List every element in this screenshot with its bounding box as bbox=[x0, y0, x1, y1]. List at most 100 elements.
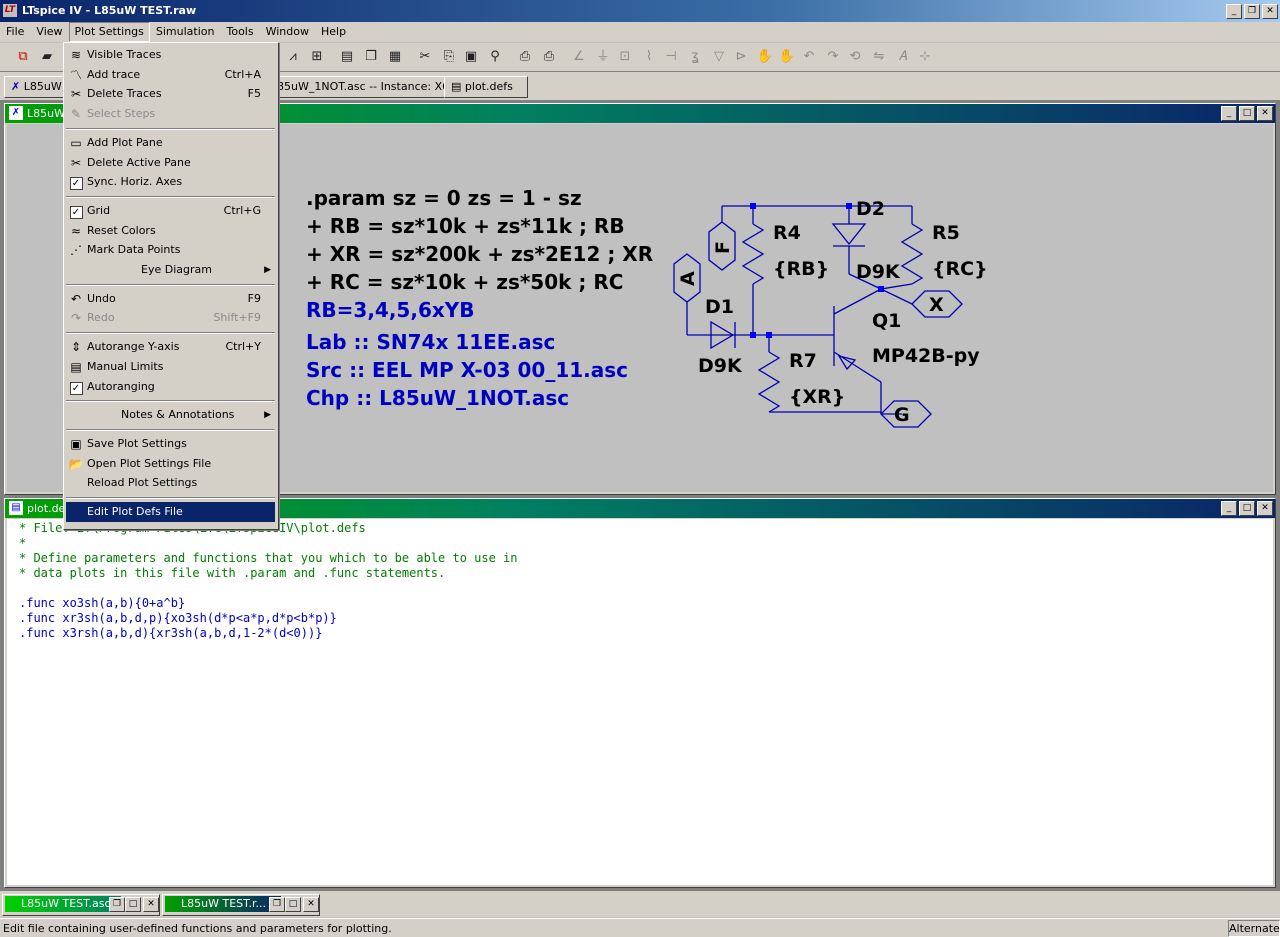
print-preview-icon[interactable]: ⎙ bbox=[516, 48, 534, 66]
blue-text-line: Chp :: L85uW_1NOT.asc bbox=[306, 386, 569, 410]
menu-item-sync-horiz-axes[interactable]: ✓ Sync. Horiz. Axes bbox=[66, 172, 275, 192]
visible-traces-icon: ≋ bbox=[70, 48, 82, 62]
menu-item-undo[interactable]: ↶ Undo F9 bbox=[66, 289, 275, 309]
menu-tools[interactable]: Tools bbox=[220, 22, 259, 42]
diode-icon[interactable]: ▽ bbox=[710, 48, 728, 66]
port-x-label: X bbox=[929, 294, 944, 316]
port-f-label: F bbox=[712, 241, 734, 254]
menu-item-add-trace[interactable]: 〽 Add trace Ctrl+A bbox=[66, 65, 275, 85]
maximize-button[interactable]: □ bbox=[1239, 106, 1255, 121]
mirror-icon[interactable]: ⇋ bbox=[870, 48, 888, 66]
menu-help[interactable]: Help bbox=[315, 22, 352, 42]
text-icon[interactable]: 𝐴 bbox=[894, 48, 912, 66]
plot-zoom-icon[interactable]: ⊞ bbox=[308, 48, 326, 66]
menu-simulation[interactable]: Simulation bbox=[150, 22, 221, 42]
autorange-icon: ⇕ bbox=[70, 340, 82, 355]
find-icon[interactable]: ⚲ bbox=[486, 48, 504, 66]
drag-hand-icon[interactable]: ✋ bbox=[778, 48, 796, 66]
restore-button[interactable]: ❐ bbox=[1244, 4, 1260, 19]
menu-item-autoranging[interactable]: ✓ Autoranging bbox=[66, 377, 275, 397]
copy-icon[interactable]: ⎘ bbox=[440, 48, 458, 66]
menu-item-mark-data-points[interactable]: ⋰ Mark Data Points bbox=[66, 240, 275, 260]
document-icon: ▤ bbox=[9, 501, 23, 515]
manual-limits-icon: ▤ bbox=[70, 359, 82, 374]
menu-item-select-steps[interactable]: ✎ Select Steps bbox=[66, 104, 275, 124]
cascade-icon[interactable]: ❐ bbox=[362, 48, 380, 66]
minimize-button[interactable]: _ bbox=[1221, 106, 1237, 121]
tab-label: 85uW_1NOT.asc -- Instance: X6 bbox=[277, 80, 450, 93]
menu-item-autorange-y-axis[interactable]: ⇕ Autorange Y-axis Ctrl+Y bbox=[66, 337, 275, 357]
paste-icon[interactable]: ▣ bbox=[462, 48, 480, 66]
colors-icon: ≈ bbox=[70, 223, 82, 238]
wire-icon[interactable]: ∠ bbox=[570, 48, 588, 66]
menu-separator bbox=[66, 195, 275, 198]
menu-item-reset-colors[interactable]: ≈ Reset Colors bbox=[66, 221, 275, 241]
maximize-button[interactable]: □ bbox=[1239, 501, 1255, 516]
print-icon[interactable]: ⎙ bbox=[540, 48, 558, 66]
menu-item-edit-plot-defs-file[interactable]: Edit Plot Defs File bbox=[66, 502, 275, 522]
spice-directive-icon[interactable]: ⊹ bbox=[916, 48, 934, 66]
cut-icon[interactable]: ✂ bbox=[416, 48, 434, 66]
close-button[interactable]: ✕ bbox=[1257, 501, 1273, 516]
tab-plot-defs[interactable]: ▤ plot.defs bbox=[444, 76, 528, 98]
label-icon[interactable]: ⊡ bbox=[616, 48, 634, 66]
resistor-icon[interactable]: ⌇ bbox=[640, 48, 658, 66]
undo-icon[interactable]: ↶ bbox=[800, 48, 818, 66]
inductor-icon[interactable]: ʓ bbox=[686, 48, 704, 66]
r7-label: R7 bbox=[789, 350, 817, 372]
d1-value: D9K bbox=[698, 355, 743, 377]
menu-item-manual-limits[interactable]: ▤ Manual Limits bbox=[66, 357, 275, 377]
menu-item-visible-traces[interactable]: ≋ Visible Traces bbox=[66, 45, 275, 65]
menu-item-open-plot-settings-file[interactable]: 📂 Open Plot Settings File bbox=[66, 454, 275, 474]
q1-label: Q1 bbox=[872, 310, 901, 332]
menu-item-notes-annotations[interactable]: Notes & Annotations ▶ bbox=[66, 405, 275, 425]
component-icon[interactable]: ⊳ bbox=[732, 48, 750, 66]
menu-item-label: Mark Data Points bbox=[87, 243, 181, 257]
menu-item-delete-active-pane[interactable]: ✂ Delete Active Pane bbox=[66, 153, 275, 173]
editor-window[interactable]: ▤ plot.defs _ □ ✕ * File: E:\Program Fil… bbox=[4, 498, 1276, 888]
menu-item-delete-traces[interactable]: ✂ Delete Traces F5 bbox=[66, 84, 275, 104]
menu-item-shortcut: Ctrl+Y bbox=[225, 340, 261, 354]
restore-button[interactable]: ❐ bbox=[269, 897, 285, 912]
code-line: .func x3rsh(a,b,d){xr3sh(a,b,d,1-2*(d<0)… bbox=[19, 626, 323, 640]
maximize-button[interactable]: □ bbox=[285, 897, 301, 912]
menu-item-save-plot-settings[interactable]: ▣ Save Plot Settings bbox=[66, 434, 275, 454]
menu-file[interactable]: File bbox=[0, 22, 30, 42]
close-button[interactable]: ✕ bbox=[303, 897, 319, 912]
menu-item-reload-plot-settings[interactable]: Reload Plot Settings bbox=[66, 473, 275, 493]
capacitor-icon[interactable]: ⊣ bbox=[662, 48, 680, 66]
close-button[interactable]: ✕ bbox=[143, 897, 159, 912]
menu-item-add-plot-pane[interactable]: ▭ Add Plot Pane bbox=[66, 133, 275, 153]
maximize-button[interactable]: □ bbox=[125, 897, 141, 912]
minimize-button[interactable]: _ bbox=[1221, 501, 1237, 516]
tile-icon[interactable]: ▦ bbox=[386, 48, 404, 66]
ground-icon[interactable]: ⏚ bbox=[594, 48, 612, 66]
tile-horizontal-icon[interactable]: ▤ bbox=[338, 48, 356, 66]
redo-icon[interactable]: ↷ bbox=[824, 48, 842, 66]
minimized-schematic[interactable]: L85uW TEST.asc ❐ □ ✕ bbox=[2, 894, 160, 916]
minimize-button[interactable]: _ bbox=[1226, 4, 1242, 19]
menu-window[interactable]: Window bbox=[260, 22, 315, 42]
minimized-raw-title: L85uW TEST.r... bbox=[165, 896, 281, 912]
menu-item-grid[interactable]: ✓ Grid Ctrl+G bbox=[66, 201, 275, 221]
new-schematic-icon[interactable]: ⧉ bbox=[14, 48, 32, 66]
rotate-icon[interactable]: ⟲ bbox=[846, 48, 864, 66]
text-editor[interactable]: * File: E:\Program Files\LTC\LTspiceIV\p… bbox=[7, 519, 1273, 885]
menu-item-redo[interactable]: ↷ Redo Shift+F9 bbox=[66, 308, 275, 328]
menu-view[interactable]: View bbox=[30, 22, 68, 42]
move-hand-icon[interactable]: ✋ bbox=[756, 48, 774, 66]
close-button[interactable]: ✕ bbox=[1257, 106, 1273, 121]
undo-icon: ↶ bbox=[70, 291, 82, 306]
open-folder-icon[interactable]: ▰ bbox=[38, 48, 56, 66]
plot-icon[interactable]: ⩘ bbox=[284, 48, 302, 66]
save-icon: ▣ bbox=[70, 436, 82, 451]
menu-item-label: Reset Colors bbox=[87, 223, 156, 237]
close-button[interactable]: ✕ bbox=[1262, 4, 1278, 19]
minimized-raw[interactable]: L85uW TEST.r... ❐ □ ✕ bbox=[162, 894, 320, 916]
restore-button[interactable]: ❐ bbox=[109, 897, 125, 912]
menu-plot-settings[interactable]: Plot Settings bbox=[68, 22, 150, 42]
blue-text-line: RB=3,4,5,6xYB bbox=[306, 298, 475, 322]
tab-instance[interactable]: 85uW_1NOT.asc -- Instance: X6 bbox=[270, 76, 450, 98]
menu-item-eye-diagram[interactable]: Eye Diagram ▶ bbox=[66, 260, 275, 280]
menu-item-label: Grid bbox=[87, 203, 111, 217]
